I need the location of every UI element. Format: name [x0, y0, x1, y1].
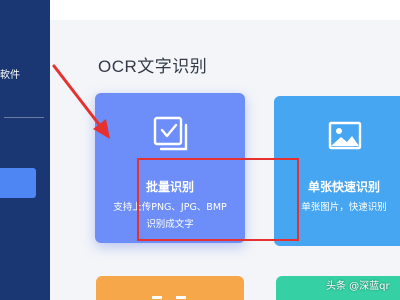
select-image-icon	[153, 116, 188, 151]
watermark-text: 头条 @深蓝qr	[326, 281, 390, 292]
highlight-annotation-box	[137, 158, 299, 241]
sidebar-item-active[interactable]	[0, 168, 36, 198]
sidebar: 軟件	[0, 0, 50, 300]
sidebar-app-label: 軟件	[0, 70, 20, 81]
page-title: OCR文字识别	[98, 57, 208, 76]
sidebar-divider	[4, 117, 44, 118]
image-icon	[328, 121, 362, 150]
main-content: OCR文字识别 批量识别 支持上传PNG、JPG、BMP 识别成文字 单张快速识…	[50, 0, 400, 300]
top-panel	[50, 0, 400, 20]
orange-feature-card[interactable]	[96, 276, 244, 300]
card-icon-partial	[152, 296, 186, 299]
